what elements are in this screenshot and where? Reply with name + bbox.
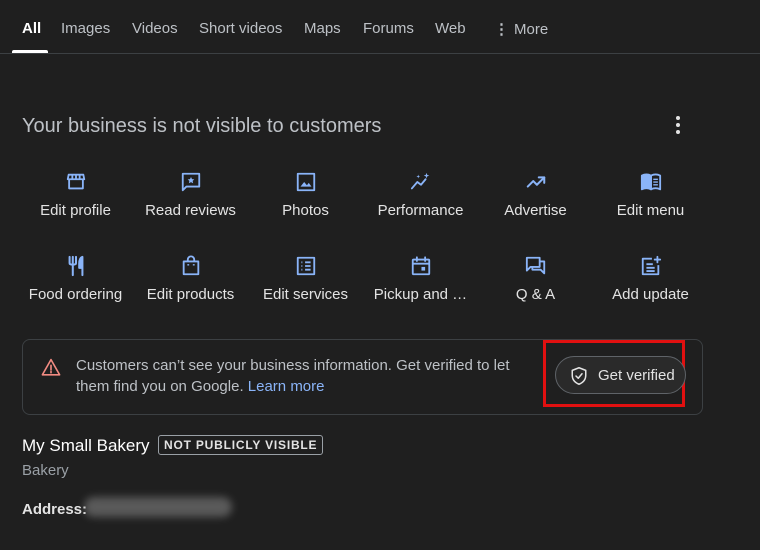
tab-short-videos[interactable]: Short videos [199, 20, 282, 37]
list-icon [296, 256, 315, 276]
action-label: Edit services [262, 286, 349, 303]
action-advertise[interactable]: Advertise [478, 171, 593, 219]
tab-videos[interactable]: Videos [132, 20, 178, 37]
action-add-update[interactable]: Add update [593, 255, 708, 303]
action-label: Edit products [146, 286, 235, 303]
action-edit-products[interactable]: Edit products [133, 255, 248, 303]
post-add-icon [641, 255, 661, 276]
action-food-ordering[interactable]: Food ordering [18, 255, 133, 303]
kebab-icon: ⋮ [494, 21, 509, 38]
business-name: My Small Bakery [22, 436, 150, 455]
business-category: Bakery [22, 462, 69, 479]
action-edit-services[interactable]: Edit services [248, 255, 363, 303]
action-edit-menu[interactable]: Edit menu [593, 171, 708, 219]
action-label: Edit menu [616, 202, 685, 219]
action-photos[interactable]: Photos [248, 171, 363, 219]
action-pickup[interactable]: Pickup and … [363, 255, 478, 303]
question-answer-icon [525, 256, 545, 275]
learn-more-link[interactable]: Learn more [248, 378, 325, 395]
action-label: Q & A [515, 286, 556, 303]
tab-forums[interactable]: Forums [363, 20, 414, 37]
action-label: Food ordering [28, 286, 123, 303]
action-label: Advertise [504, 202, 567, 219]
tab-images[interactable]: Images [61, 20, 110, 37]
address-label: Address: [22, 501, 88, 518]
get-verified-label: Get verified [598, 367, 675, 384]
action-label: Edit profile [40, 202, 111, 219]
tab-more-label: More [514, 21, 549, 38]
tab-more[interactable]: ⋮ More [494, 20, 548, 38]
reviews-icon [181, 172, 200, 192]
performance-icon [410, 172, 429, 190]
address-value-redacted [84, 497, 232, 517]
action-label: Photos [282, 202, 329, 219]
action-label: Pickup and … [373, 286, 468, 303]
action-edit-profile[interactable]: Edit profile [18, 171, 133, 219]
active-tab-indicator [12, 50, 48, 53]
shopping-bag-icon [182, 255, 199, 276]
notice-message: Customers can’t see your business inform… [76, 355, 526, 397]
action-label: Read reviews [145, 202, 236, 219]
get-verified-button[interactable]: Get verified [555, 356, 686, 394]
menu-book-icon [640, 173, 661, 191]
verification-notice: Customers can’t see your business inform… [22, 339, 703, 415]
action-read-reviews[interactable]: Read reviews [133, 171, 248, 219]
warning-icon [41, 358, 61, 376]
trending-up-icon [526, 176, 545, 188]
action-performance[interactable]: Performance [363, 171, 478, 219]
action-label: Performance [377, 202, 464, 219]
tab-maps[interactable]: Maps [304, 20, 341, 37]
action-label: Add update [612, 286, 689, 303]
visibility-badge: NOT PUBLICLY VISIBLE [158, 435, 324, 455]
calendar-icon [411, 256, 430, 276]
shield-check-icon [571, 367, 587, 385]
photo-icon [296, 172, 315, 192]
search-tabs: All Images Videos Short videos Maps Foru… [0, 0, 760, 54]
tab-web[interactable]: Web [435, 20, 466, 37]
storefront-icon [66, 173, 85, 190]
more-vert-icon[interactable] [670, 113, 686, 137]
action-qa[interactable]: Q & A [478, 255, 593, 303]
restaurant-icon [68, 255, 83, 277]
tab-all[interactable]: All [22, 20, 41, 37]
panel-title: Your business is not visible to customer… [22, 115, 382, 137]
